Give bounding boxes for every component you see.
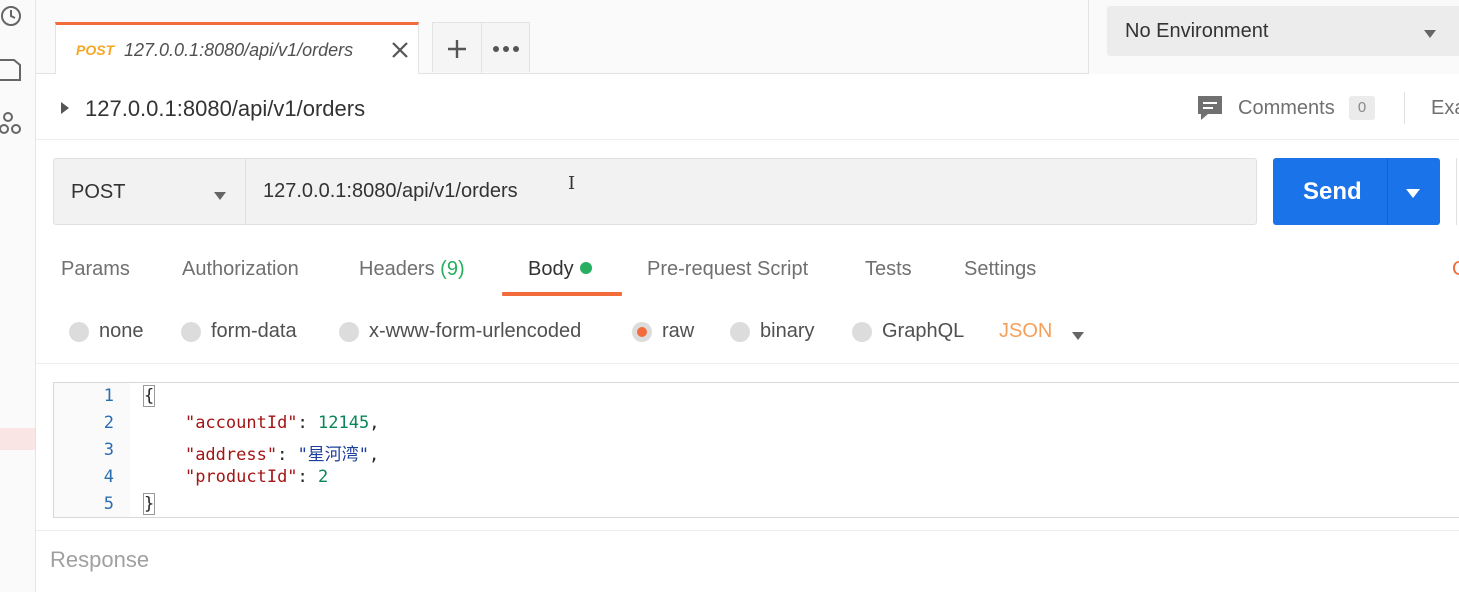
- request-name: 127.0.0.1:8080/api/v1/orders: [85, 96, 366, 121]
- code-open-brace: {: [142, 385, 156, 407]
- comments-label: Comments: [1238, 97, 1335, 119]
- radio-graphql-label: GraphQL: [882, 320, 965, 342]
- code-close-brace: }: [142, 493, 156, 515]
- json-sep: :: [297, 413, 319, 433]
- body-indicator-dot: [579, 262, 592, 274]
- url-bar: POST I: [53, 158, 1257, 225]
- method-label: POST: [71, 181, 126, 203]
- active-tab-indicator: [502, 292, 622, 296]
- request-tabs: Params Authorization Headers (9) Body Pr…: [36, 244, 1459, 300]
- active-request-tab[interactable]: POST 127.0.0.1:8080/api/v1/orders: [55, 22, 419, 74]
- tab-params[interactable]: Params: [61, 258, 130, 281]
- tab-title: 127.0.0.1:8080/api/v1/orders: [124, 40, 354, 60]
- code-editor[interactable]: 1 2 3 4 5 { "accountId": 12145, "address…: [53, 382, 1459, 518]
- environment-select[interactable]: No Environment: [1107, 6, 1459, 56]
- close-icon[interactable]: [390, 40, 410, 60]
- send-label: Send: [1303, 178, 1362, 205]
- environment-label: No Environment: [1125, 20, 1269, 42]
- tab-body[interactable]: Body: [528, 258, 592, 281]
- chevron-down-icon: [213, 188, 227, 200]
- radio-raw-label: raw: [662, 320, 695, 342]
- line-number-gutter: 1 2 3 4 5: [54, 383, 130, 517]
- collections-icon[interactable]: [0, 56, 24, 84]
- new-tab-plus-icon[interactable]: [445, 37, 469, 61]
- more-options-icon[interactable]: [491, 37, 521, 61]
- response-section-title: Response: [50, 547, 150, 572]
- code-line: "productId": 2: [144, 467, 328, 487]
- examples-button[interactable]: Exa: [1431, 97, 1459, 120]
- chevron-down-icon: [1071, 328, 1085, 340]
- json-value: "星河湾": [297, 445, 370, 465]
- divider: [1404, 92, 1405, 124]
- send-options-chevron-icon[interactable]: [1405, 187, 1421, 199]
- divider: [1387, 158, 1388, 225]
- cookies-link[interactable]: C: [1452, 258, 1459, 281]
- divider: [481, 23, 482, 73]
- request-name-row: 127.0.0.1:8080/api/v1/orders Comments 0 …: [36, 74, 1459, 140]
- tab-headers[interactable]: Headers (9): [359, 258, 465, 281]
- environment-area: No Environment: [1088, 0, 1459, 74]
- apis-icon[interactable]: [0, 110, 24, 138]
- radio-none-label: none: [99, 320, 144, 342]
- json-key: "address": [184, 445, 278, 465]
- url-input[interactable]: [246, 159, 1256, 224]
- headers-count: (9): [440, 258, 465, 280]
- method-select[interactable]: POST: [54, 159, 246, 224]
- json-key: "productId": [184, 467, 298, 487]
- body-format-select[interactable]: JSON: [999, 320, 1084, 348]
- format-label: JSON: [999, 320, 1053, 342]
- chevron-down-icon: [1423, 26, 1437, 38]
- divider: [36, 530, 1459, 531]
- line-number: 1: [103, 386, 114, 406]
- radio-binary-label: binary: [760, 320, 815, 342]
- comments-count-badge: 0: [1349, 96, 1375, 120]
- json-key: "accountId": [184, 413, 298, 433]
- tab-tests[interactable]: Tests: [865, 258, 912, 281]
- radio-dot: [69, 322, 89, 342]
- json-value: 2: [318, 467, 329, 487]
- body-type-row: none form-data x-www-form-urlencoded raw…: [36, 300, 1459, 364]
- tab-authorization[interactable]: Authorization: [182, 258, 299, 281]
- radio-dot: [852, 322, 872, 342]
- tab-actions: [432, 22, 530, 73]
- text-cursor-icon: I: [568, 173, 576, 194]
- send-button[interactable]: Send: [1273, 158, 1440, 225]
- expand-triangle-icon[interactable]: [60, 101, 70, 114]
- line-number: 4: [103, 467, 114, 487]
- radio-urlencoded-label: x-www-form-urlencoded: [369, 320, 582, 342]
- json-sep: :: [277, 445, 298, 465]
- json-trail: ,: [369, 445, 380, 465]
- history-icon[interactable]: [0, 2, 24, 30]
- radio-dot: [730, 322, 750, 342]
- tab-settings[interactable]: Settings: [964, 258, 1036, 281]
- code-line: "accountId": 12145,: [144, 413, 380, 433]
- radio-dot-selected: [632, 322, 652, 342]
- radio-form-data-label: form-data: [211, 320, 297, 342]
- left-sidebar-rail: [0, 0, 100, 592]
- radio-dot: [339, 322, 359, 342]
- tab-pre-request-script[interactable]: Pre-request Script: [647, 258, 808, 281]
- request-tab-strip: POST 127.0.0.1:8080/api/v1/orders: [36, 0, 1088, 74]
- code-line: "address": "星河湾",: [144, 440, 379, 465]
- request-editor-pane: 127.0.0.1:8080/api/v1/orders Comments 0 …: [36, 74, 1459, 592]
- tab-headers-label: Headers: [359, 258, 435, 280]
- json-trail: ,: [369, 413, 380, 433]
- line-number: 5: [103, 494, 114, 514]
- tab-method-label: POST: [76, 42, 115, 58]
- tab-body-label: Body: [528, 258, 574, 280]
- json-value: 12145: [318, 413, 370, 433]
- comment-icon: [1196, 94, 1224, 122]
- line-number: 2: [103, 413, 114, 433]
- json-sep: :: [297, 467, 319, 487]
- line-number: 3: [103, 440, 114, 460]
- app-window: POST 127.0.0.1:8080/api/v1/orders No Env…: [0, 0, 1459, 592]
- radio-dot: [181, 322, 201, 342]
